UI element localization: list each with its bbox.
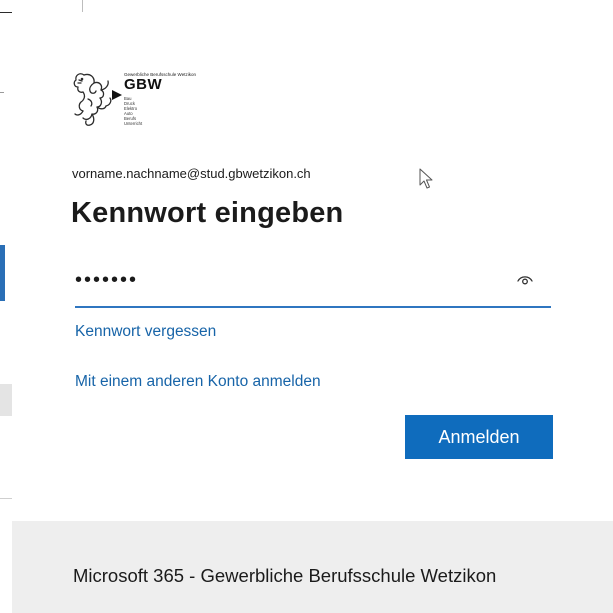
footer: Microsoft 365 - Gewerbliche Berufsschule…: [12, 521, 613, 613]
school-logo: Gewerbliche Berufsschule Wetzikon GBW Ba…: [70, 69, 210, 134]
account-email: vorname.nachname@stud.gbwetzikon.ch: [72, 166, 311, 181]
other-account-link[interactable]: Mit einem anderen Konto anmelden: [75, 373, 321, 391]
signin-dialog: Gewerbliche Berufsschule Wetzikon GBW Ba…: [12, 12, 613, 613]
password-field[interactable]: •••••••: [75, 260, 551, 308]
mouse-cursor-icon: [419, 168, 433, 189]
logo-line: Unterricht: [124, 121, 143, 126]
logo-abbreviation: GBW: [124, 76, 163, 93]
background-panel: [0, 384, 12, 416]
logo-triangle-icon: [112, 90, 122, 100]
signin-button[interactable]: Anmelden: [405, 415, 553, 459]
forgot-password-link[interactable]: Kennwort vergessen: [75, 323, 216, 341]
background-tick: [0, 92, 4, 93]
eye-icon[interactable]: [517, 274, 533, 286]
logo-departments: Bau Druck Elektro Auto Berufs Unterricht: [124, 96, 142, 126]
background-divider: [82, 0, 83, 12]
page-title: Kennwort eingeben: [71, 197, 344, 229]
footer-text: Microsoft 365 - Gewerbliche Berufsschule…: [73, 565, 497, 586]
background-accent-bar: [0, 245, 5, 301]
background-line: [0, 498, 12, 499]
password-value[interactable]: •••••••: [75, 269, 138, 292]
